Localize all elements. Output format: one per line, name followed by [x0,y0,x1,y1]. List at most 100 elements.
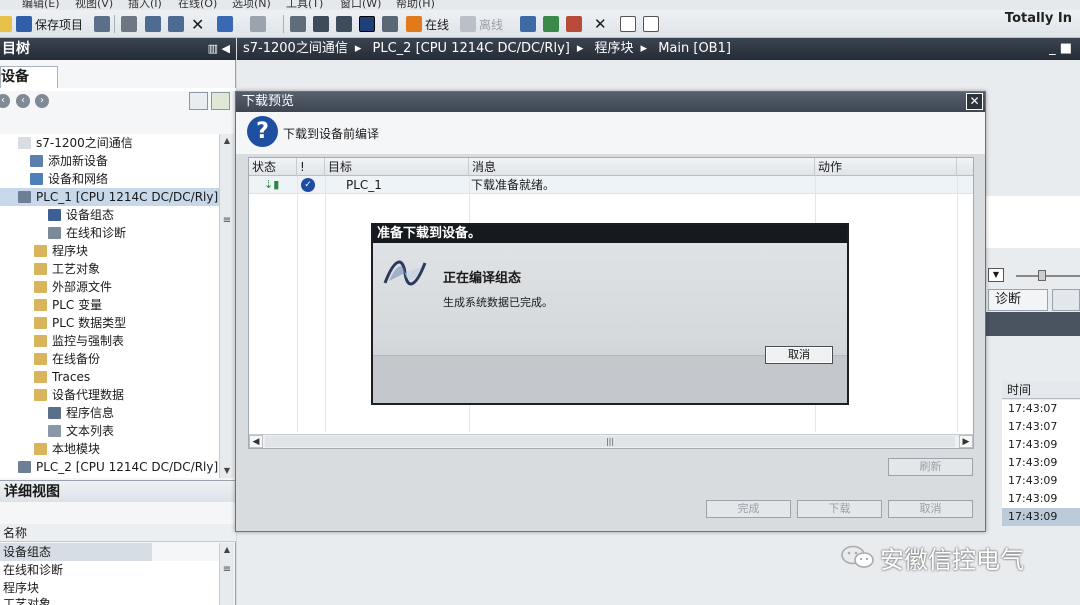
scroll-up-icon[interactable]: ▲ [220,134,234,148]
devices-tab[interactable]: 设备 [0,66,58,88]
tree-item[interactable]: 程序信息 [0,404,220,422]
split-horizontal-button[interactable] [620,16,636,32]
detail-row[interactable]: 程序块 [0,579,220,597]
time-row[interactable]: 17:43:07 [1002,418,1080,436]
time-column-header[interactable]: 时间 [1002,381,1080,399]
finish-button[interactable]: 完成 [706,500,791,518]
undo-button[interactable] [217,16,233,32]
col-alert[interactable]: ! [297,158,325,176]
modal-cancel-button[interactable]: 取消 [765,346,833,364]
cancel-button[interactable]: 取消 [888,500,973,518]
accessible-devices-button[interactable] [520,16,536,32]
tree-item[interactable]: 设备组态 [0,206,220,224]
paste-button[interactable] [168,16,184,32]
menu-view[interactable]: 视图(V) [75,0,113,10]
tree-item[interactable]: ▶本地模块 [0,440,220,458]
scroll-up-icon[interactable]: ▲ [220,543,234,557]
tree-scrollbar[interactable]: ▲ ≡ ▼ [219,134,234,478]
tree-item[interactable]: ▶程序块 [0,242,220,260]
cross-reference-button[interactable]: ✕ [594,15,607,33]
zoom-dropdown-icon[interactable]: ▼ [988,268,1004,282]
redo-button[interactable] [250,16,266,32]
go-offline-button[interactable]: 离线 [460,16,503,32]
tree-item[interactable]: ▶PLC_2 [CPU 1214C DC/DC/Rly] [0,458,220,476]
zoom-slider[interactable] [1016,275,1080,277]
detail-row[interactable]: 在线和诊断 [0,561,220,579]
time-row[interactable]: 17:43:09 [1002,472,1080,490]
copy-button[interactable] [145,16,161,32]
tree-item[interactable]: ▶监控与强制表 [0,332,220,350]
menu-online[interactable]: 在线(O) [178,0,217,10]
detail-row[interactable]: 设备组态 [0,543,152,561]
tree-item[interactable]: 设备和网络 [0,170,220,188]
zoom-slider-thumb[interactable] [1038,270,1046,281]
breadcrumb-main-ob1[interactable]: Main [OB1] [658,38,731,60]
download-button[interactable]: 下载 [797,500,882,518]
list-view-icon[interactable] [189,92,208,110]
menu-edit[interactable]: 编辑(E) [22,0,60,10]
breadcrumb-program-blocks[interactable]: 程序块 [595,38,634,60]
col-message[interactable]: 消息 [469,158,815,176]
back-icon[interactable]: ‹ [16,94,30,108]
start-cpu-button[interactable] [543,16,559,32]
menu-help[interactable]: 帮助(H) [396,0,435,10]
time-row[interactable]: 17:43:09 [1002,454,1080,472]
time-row[interactable]: 17:43:09 [1002,490,1080,508]
simulation-button[interactable] [359,16,375,32]
grid-hscrollbar[interactable]: ◀ ||| ▶ [249,434,973,448]
tree-item[interactable]: ▶工艺对象 [0,260,220,278]
tree-item[interactable]: s7-1200之间通信 [0,134,220,152]
stop-cpu-button[interactable] [566,16,582,32]
scroll-grip-icon[interactable]: ≡ [220,563,234,577]
menu-options[interactable]: 选项(N) [232,0,271,10]
scroll-left-icon[interactable]: ◀ [249,435,263,448]
delete-button[interactable]: ✕ [191,15,204,34]
col-status[interactable]: 状态 [249,158,297,176]
scroll-thumb[interactable]: ||| [265,436,955,447]
go-online-button[interactable]: 在线 [406,16,449,32]
tree-item[interactable]: ▶PLC 数据类型 [0,314,220,332]
detail-view-toggle-icon[interactable] [211,92,230,110]
forward-icon[interactable]: › [35,94,49,108]
tree-item[interactable]: 文本列表 [0,422,220,440]
menu-tools[interactable]: 工具(T) [286,0,323,10]
tree-item[interactable]: ▼PLC_1 [CPU 1214C DC/DC/Rly] [0,188,220,206]
panel-collapse-icon[interactable]: ▥ ◀ [208,38,230,60]
tree-item[interactable]: ▶设备代理数据 [0,386,220,404]
scroll-right-icon[interactable]: ▶ [959,435,973,448]
upload-from-device-button[interactable] [336,16,352,32]
tree-item[interactable]: 在线和诊断 [0,224,220,242]
save-project-button[interactable]: 保存项目 [16,16,83,32]
tree-item[interactable]: ▶PLC 变量 [0,296,220,314]
editor-window-controls-icon[interactable]: _ ■ [1049,38,1072,60]
detail-row[interactable]: 工艺对象 [0,597,220,605]
tree-item[interactable]: ▶外部源文件 [0,278,220,296]
time-row[interactable]: 17:43:09 [1002,436,1080,454]
new-project-button[interactable] [0,16,12,32]
time-row[interactable]: 17:43:09 [1002,508,1080,526]
table-row[interactable]: ⇣▮ ✓ PLC_1 下载准备就绪。 [249,176,973,194]
detail-scrollbar[interactable]: ▲ ≡ [219,543,234,605]
scroll-grip-icon[interactable]: ≡ [220,214,234,228]
tree-nav-icon[interactable]: ‹ [0,94,10,108]
compile-button[interactable] [290,16,306,32]
col-target[interactable]: 目标 [325,158,469,176]
diagnostics-tab[interactable]: 诊断 [988,289,1048,311]
tree-item[interactable]: 添加新设备 [0,152,220,170]
detail-column-name[interactable]: 名称 [0,524,236,542]
time-row[interactable]: 17:43:07 [1002,400,1080,418]
menu-window[interactable]: 窗口(W) [340,0,381,10]
online-compare-button[interactable] [382,16,398,32]
download-to-device-button[interactable] [313,16,329,32]
inspector-extra-tab[interactable] [1052,289,1080,311]
breadcrumb-project[interactable]: s7-1200之间通信 [243,38,348,60]
tree-item[interactable]: ▶在线备份 [0,350,220,368]
tree-item[interactable]: ▶Traces [0,368,220,386]
menu-insert[interactable]: 插入(I) [128,0,162,10]
scroll-down-icon[interactable]: ▼ [220,464,234,478]
cut-button[interactable] [121,16,137,32]
split-vertical-button[interactable] [643,16,659,32]
print-button[interactable] [94,16,110,32]
close-icon[interactable]: ✕ [966,93,983,110]
col-action[interactable]: 动作 [815,158,957,176]
